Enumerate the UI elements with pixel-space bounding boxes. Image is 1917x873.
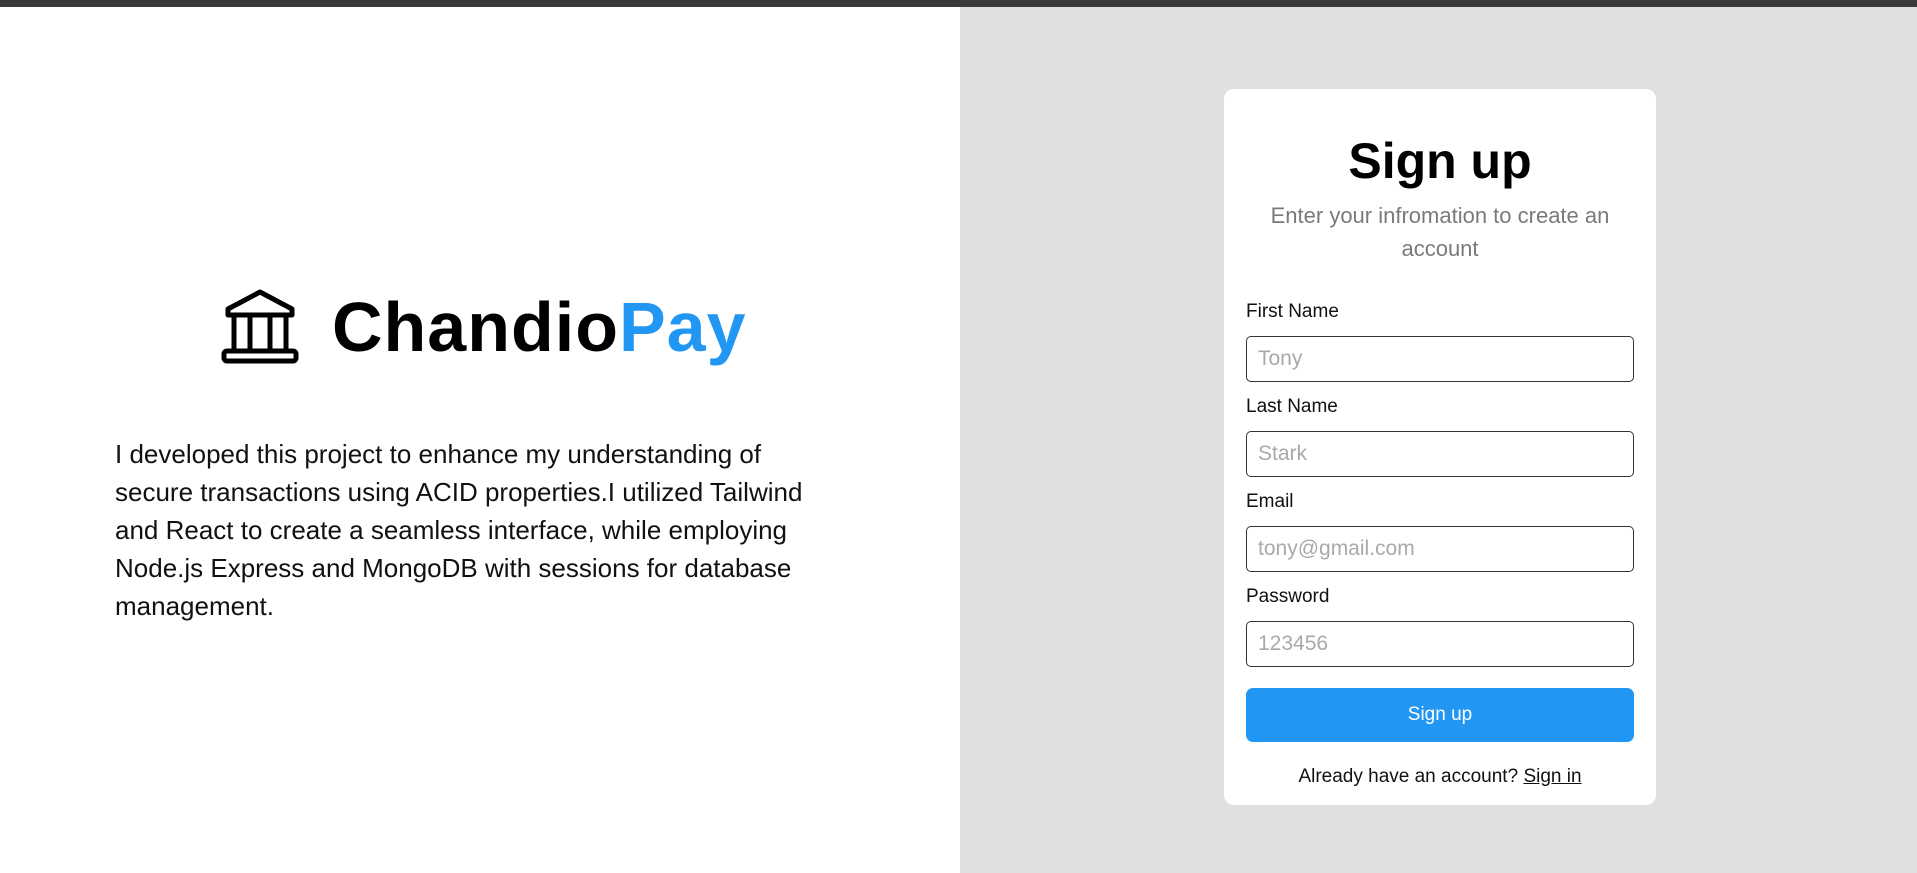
window-top-bar <box>0 0 1917 7</box>
brand-logo: ChandioPay <box>220 287 747 367</box>
last-name-input[interactable] <box>1246 431 1634 477</box>
brand-name-main: Chandio <box>332 288 619 366</box>
info-panel: ChandioPay I developed this project to e… <box>0 7 960 873</box>
first-name-label: First Name <box>1246 301 1339 322</box>
signup-card: Sign up Enter your infromation to create… <box>1224 89 1656 805</box>
bank-icon <box>221 289 299 364</box>
last-name-label: Last Name <box>1246 396 1338 417</box>
signin-prompt-text: Already have an account? <box>1298 766 1519 787</box>
password-input[interactable] <box>1246 621 1634 667</box>
first-name-input[interactable] <box>1246 336 1634 382</box>
signin-prompt-row: Already have an account? Sign in <box>1246 766 1634 788</box>
email-label: Email <box>1246 491 1294 512</box>
signup-button[interactable]: Sign up <box>1246 688 1634 742</box>
signup-title: Sign up <box>1348 133 1532 189</box>
brand-name-accent: Pay <box>618 288 747 366</box>
signup-subtitle: Enter your infromation to create an acco… <box>1270 203 1610 261</box>
brand-name: ChandioPay <box>332 287 747 367</box>
project-description: I developed this project to enhance my u… <box>115 439 803 621</box>
password-label: Password <box>1246 586 1330 607</box>
email-input[interactable] <box>1246 526 1634 572</box>
signin-link[interactable]: Sign in <box>1523 766 1581 787</box>
